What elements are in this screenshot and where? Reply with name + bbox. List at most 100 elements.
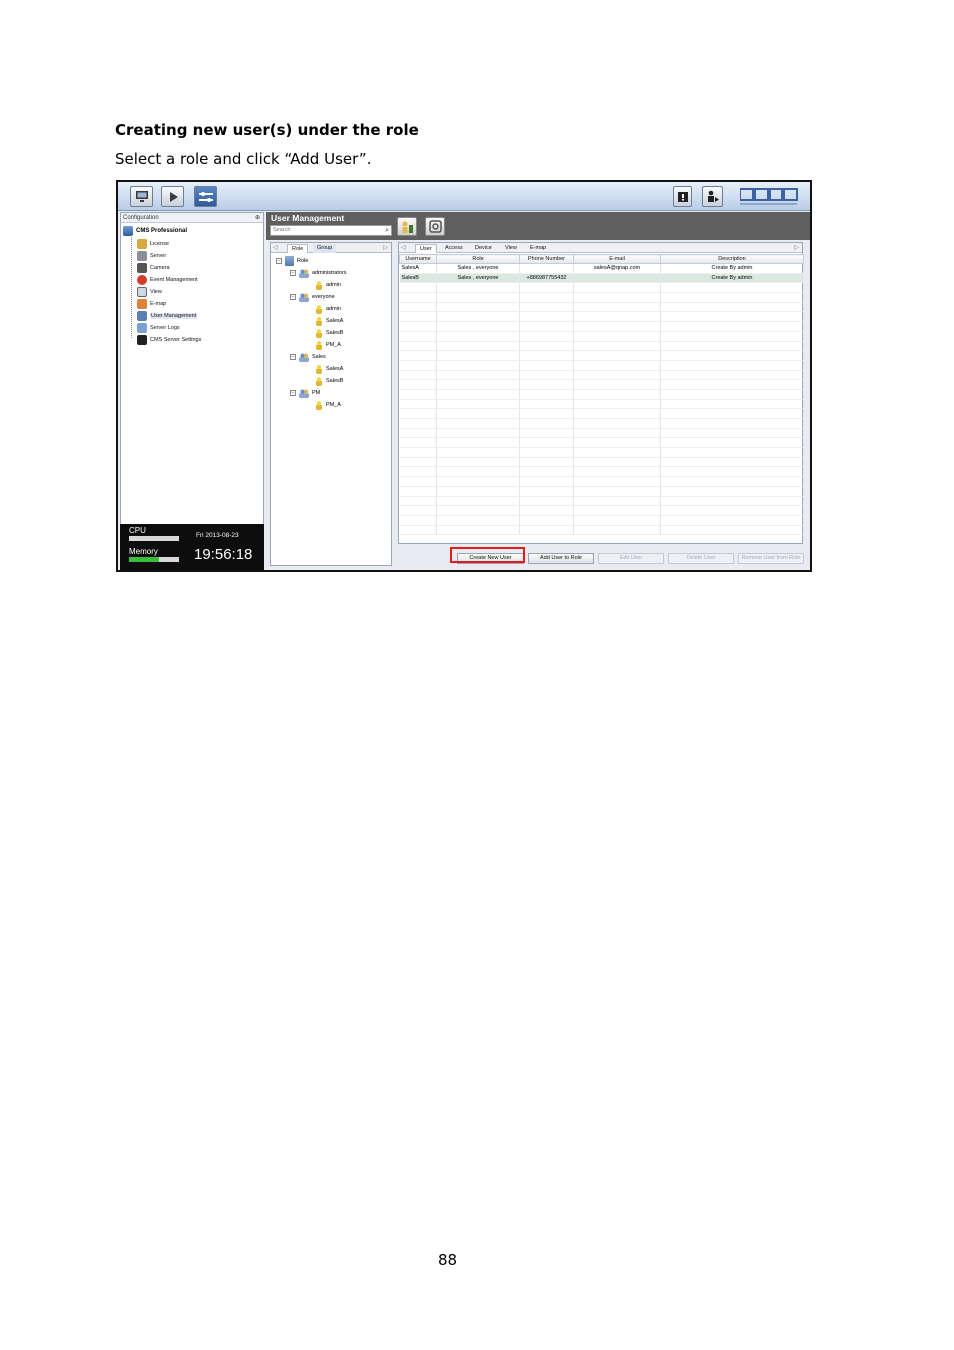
tree-group-everyone[interactable]: − everyone bbox=[290, 291, 335, 303]
empty-cell bbox=[660, 292, 804, 303]
empty-table-row bbox=[399, 486, 804, 497]
user-icon bbox=[316, 316, 322, 326]
empty-cell bbox=[519, 486, 574, 497]
nav-server[interactable]: Server bbox=[137, 250, 166, 262]
cms-root-node[interactable]: CMS Professional bbox=[123, 225, 187, 236]
role-group-panel: ◁ Role Group ▷ − Role − administrators adm… bbox=[270, 242, 392, 566]
empty-table-row bbox=[399, 370, 804, 381]
info-button[interactable] bbox=[673, 186, 692, 207]
cell-role: Sales , everyone bbox=[436, 273, 520, 284]
user-icon bbox=[316, 304, 322, 314]
user-label: SalesB bbox=[326, 378, 344, 384]
tree-user[interactable]: PM_A bbox=[316, 339, 341, 351]
column-header[interactable]: E-mail bbox=[573, 254, 661, 264]
empty-cell bbox=[660, 525, 804, 536]
tab-emap[interactable]: E-map bbox=[526, 244, 550, 253]
empty-cell bbox=[399, 496, 437, 507]
nav-emap[interactable]: E-map bbox=[137, 298, 166, 310]
remove-user-from-role-button[interactable]: Remove User from Role bbox=[738, 553, 804, 564]
tree-user[interactable]: PM_A bbox=[316, 399, 341, 411]
empty-cell bbox=[519, 331, 574, 342]
collapse-icon[interactable]: − bbox=[290, 270, 296, 276]
logout-button[interactable] bbox=[702, 186, 723, 207]
config-icon bbox=[428, 220, 442, 233]
nav-license[interactable]: License bbox=[137, 238, 169, 250]
tab-access[interactable]: Access bbox=[441, 244, 467, 253]
tree-user[interactable]: admin bbox=[316, 303, 341, 315]
group-label: everyone bbox=[312, 294, 335, 300]
collapse-icon[interactable]: − bbox=[290, 390, 296, 396]
tab-view[interactable]: View bbox=[501, 244, 521, 253]
empty-cell bbox=[436, 399, 520, 410]
delete-user-button[interactable]: Delete User bbox=[668, 553, 734, 564]
playback-button[interactable] bbox=[161, 186, 184, 207]
empty-cell bbox=[519, 466, 574, 478]
nav-user-management[interactable]: User Management bbox=[137, 310, 198, 322]
tree-user[interactable]: admin bbox=[316, 279, 341, 291]
pin-icon[interactable]: ⊕ bbox=[255, 213, 260, 223]
nav-server-logs[interactable]: Server Logs bbox=[137, 322, 180, 334]
tab-scroll-left-icon[interactable]: ◁ bbox=[273, 243, 278, 253]
user-label: PM_A bbox=[326, 342, 341, 348]
empty-cell bbox=[399, 360, 437, 371]
empty-cell bbox=[573, 486, 661, 497]
tree-user[interactable]: SalesA bbox=[316, 315, 343, 327]
monitor-button[interactable] bbox=[130, 186, 153, 207]
settings-button[interactable] bbox=[194, 186, 217, 207]
user-tabs: ◁ User Access Device View E-map ▷ bbox=[399, 243, 802, 253]
collapse-icon[interactable]: − bbox=[290, 354, 296, 360]
empty-cell bbox=[519, 311, 574, 323]
tree-group-administrators[interactable]: − administrators bbox=[290, 267, 347, 279]
emap-icon bbox=[137, 299, 147, 309]
tab-scroll-right-icon[interactable]: ▷ bbox=[383, 243, 388, 253]
add-user-toolbar-button[interactable] bbox=[397, 217, 417, 236]
camera-icon bbox=[137, 263, 147, 273]
nav-event-management[interactable]: Event Management bbox=[137, 274, 198, 286]
tab-device[interactable]: Device bbox=[471, 244, 496, 253]
qnap-logo bbox=[740, 188, 798, 205]
empty-cell bbox=[519, 321, 574, 332]
edit-user-button[interactable]: Edit User bbox=[598, 553, 664, 564]
tree-user[interactable]: SalesB bbox=[316, 327, 343, 339]
empty-cell bbox=[399, 331, 437, 342]
search-input[interactable]: Search ⌕ bbox=[270, 225, 392, 236]
empty-cell bbox=[573, 418, 661, 429]
empty-cell bbox=[436, 341, 520, 352]
tab-scroll-right-icon[interactable]: ▷ bbox=[794, 243, 799, 253]
role-group-tabs: ◁ Role Group ▷ bbox=[271, 243, 391, 253]
add-user-to-role-button[interactable]: Add User to Role bbox=[528, 553, 594, 564]
empty-table-row bbox=[399, 399, 804, 410]
settings-icon bbox=[198, 191, 213, 202]
group-label: Sales bbox=[312, 354, 326, 360]
empty-cell bbox=[660, 447, 804, 458]
group-icon bbox=[299, 292, 309, 302]
collapse-icon[interactable]: − bbox=[290, 294, 296, 300]
nav-camera[interactable]: Camera bbox=[137, 262, 170, 274]
logs-icon bbox=[137, 323, 147, 333]
column-header[interactable]: Phone Number bbox=[519, 254, 574, 264]
section-heading: Creating new user(s) under the role bbox=[115, 121, 419, 139]
nav-view[interactable]: View bbox=[137, 286, 162, 298]
settings-toolbar-button[interactable] bbox=[425, 217, 445, 236]
empty-cell bbox=[573, 350, 661, 361]
tree-user[interactable]: SalesA bbox=[316, 363, 343, 375]
column-header[interactable]: Role bbox=[436, 254, 520, 264]
nav-cms-server-settings[interactable]: CMS Server Settings bbox=[137, 334, 201, 346]
tab-group[interactable]: Group bbox=[313, 244, 337, 253]
tree-root-role[interactable]: − Role bbox=[276, 255, 308, 267]
empty-cell bbox=[519, 341, 574, 352]
column-header[interactable]: Username bbox=[399, 254, 437, 264]
collapse-icon[interactable]: − bbox=[276, 258, 282, 264]
tab-user[interactable]: User bbox=[415, 244, 437, 253]
search-icon[interactable]: ⌕ bbox=[385, 226, 389, 235]
tree-group-pm[interactable]: − PM bbox=[290, 387, 320, 399]
empty-cell bbox=[519, 399, 574, 410]
tab-role[interactable]: Role bbox=[287, 244, 309, 253]
table-row[interactable]: SalesA Sales , everyone salesA@qnap.com … bbox=[399, 263, 804, 274]
table-row[interactable]: SalesB Sales , everyone +886987755432 Cr… bbox=[399, 273, 804, 284]
tab-scroll-left-icon[interactable]: ◁ bbox=[401, 243, 406, 253]
column-header[interactable]: Description bbox=[660, 254, 804, 264]
tree-group-sales[interactable]: − Sales bbox=[290, 351, 326, 363]
tree-user[interactable]: SalesB bbox=[316, 375, 343, 387]
group-icon bbox=[299, 388, 309, 398]
